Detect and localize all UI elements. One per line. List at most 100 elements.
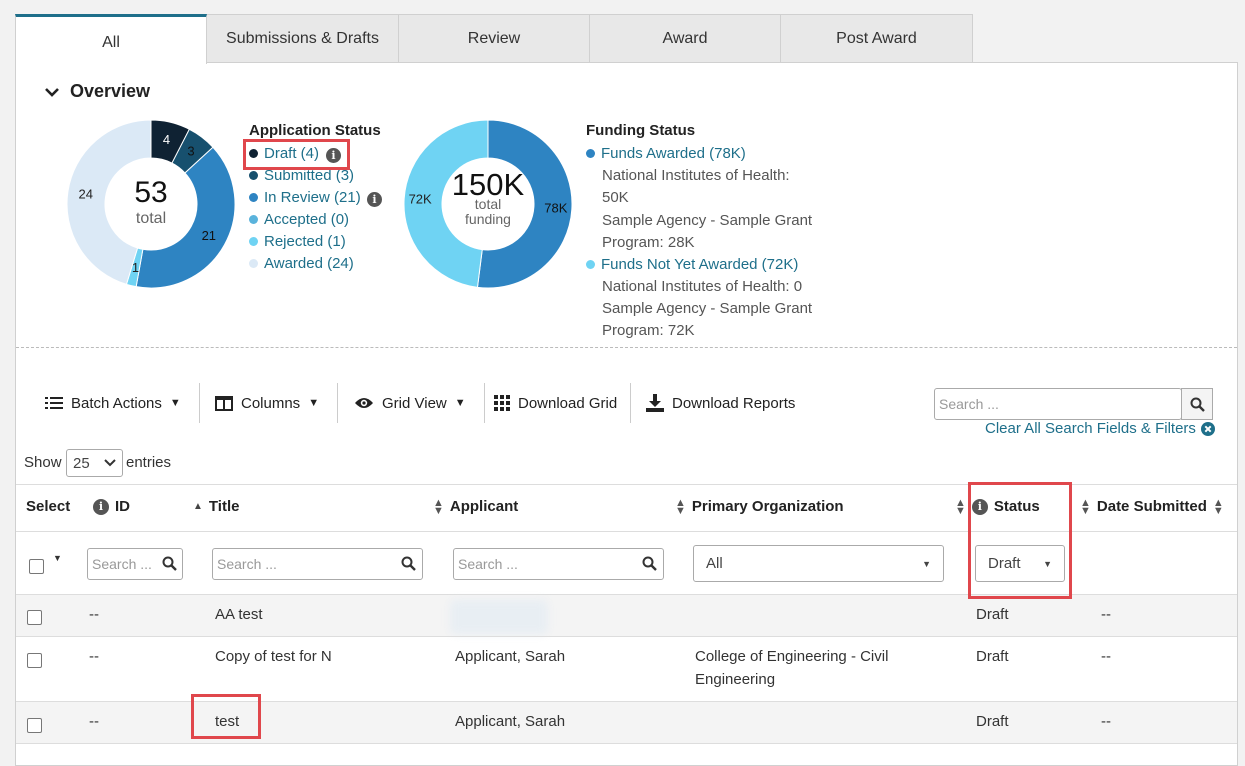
cell-status: Draft [976, 648, 1009, 665]
sort-asc-icon: ▲ [193, 501, 203, 512]
sort-icon: ▲ ▼ [433, 496, 444, 517]
cell-organization-line1: College of Engineering - Civil [695, 648, 889, 665]
close-circle-icon [1200, 421, 1215, 436]
fund-chart-slice-label: 78K [544, 200, 567, 215]
legend-funds-awarded[interactable]: Funds Awarded (78K) [586, 145, 746, 162]
header-label: Title [208, 498, 240, 515]
cell-title-link[interactable]: AA test [215, 606, 263, 623]
search-placeholder: Search ... [458, 556, 518, 572]
legend-dot [249, 259, 258, 268]
header-id[interactable]: i ID [93, 498, 130, 515]
show-label: Show [24, 454, 62, 471]
highlight-box [243, 139, 350, 170]
cell-title-link[interactable]: Copy of test for N [215, 648, 332, 665]
funding-status-title: Funding Status [586, 122, 696, 139]
tab-label: Review [467, 30, 521, 47]
header-label: Applicant [449, 498, 519, 515]
entries-label: entries [126, 454, 172, 471]
app-chart-slice-label: 4 [163, 132, 170, 147]
cell-date: -- [1101, 648, 1111, 665]
header-applicant[interactable]: ▲ ▼ Applicant [433, 496, 519, 517]
eye-icon [355, 398, 373, 408]
legend-dot [249, 171, 258, 180]
caret-down-icon: ▼ [922, 558, 931, 569]
download-icon [646, 394, 664, 412]
funding-detail: Program: 28K [602, 234, 695, 251]
entries-value: 25 [73, 454, 90, 472]
fund-chart-slice-label: 72K [409, 192, 432, 207]
row-checkbox[interactable] [27, 718, 42, 733]
app-chart-total: 53 [134, 176, 168, 209]
select-value: All [706, 555, 723, 572]
row-checkbox[interactable] [27, 653, 42, 668]
columns-button[interactable]: Columns ▼ [215, 388, 319, 418]
download-reports-label: Download Reports [672, 394, 796, 412]
title-search-input[interactable]: Search ... [212, 548, 423, 580]
search-icon [162, 556, 177, 571]
tab-label: All [102, 33, 120, 51]
applicant-search-input[interactable]: Search ... [453, 548, 664, 580]
batch-actions-button[interactable]: Batch Actions ▼ [45, 388, 181, 418]
chevron-down-icon [104, 459, 116, 467]
tab-label: Post Award [836, 30, 917, 47]
caret-down-icon: ▼ [454, 397, 466, 409]
tab-review[interactable]: Review [398, 14, 590, 63]
tab-post-award[interactable]: Post Award [780, 14, 973, 63]
download-reports-button[interactable]: Download Reports [646, 388, 795, 418]
legend-label: Awarded (24) [264, 255, 354, 272]
highlight-box [191, 694, 261, 739]
tab-award[interactable]: Award [589, 14, 781, 63]
header-primary-organization[interactable]: ▲ ▼ Primary Organization [675, 497, 844, 516]
cell-applicant-link[interactable]: Applicant, Sarah [455, 713, 565, 730]
info-icon[interactable]: i [93, 498, 109, 515]
search-icon [1190, 397, 1205, 412]
header-title[interactable]: ▲ Title [193, 498, 239, 515]
caret-down-icon[interactable]: ▼ [53, 553, 62, 563]
legend-accepted[interactable]: Accepted (0) [249, 211, 349, 228]
legend-dot [249, 215, 258, 224]
toolbar-separator [630, 383, 631, 423]
search-placeholder: Search ... [217, 556, 277, 572]
row-checkbox[interactable] [27, 610, 42, 625]
organization-filter-select[interactable]: All ▼ [693, 545, 944, 582]
app: All Submissions & Drafts Review Award Po… [0, 0, 1245, 766]
chevron-down-icon [45, 87, 59, 97]
header-label: Primary Organization [691, 498, 844, 515]
tab-all[interactable]: All [15, 14, 207, 64]
columns-label: Columns [241, 394, 301, 412]
funding-detail: National Institutes of Health: [602, 167, 790, 184]
search-icon [401, 556, 416, 571]
overview-toggle[interactable]: Overview [44, 81, 150, 102]
sort-icon: ▲ ▼ [1080, 496, 1091, 517]
entries-select[interactable]: 25 [66, 449, 123, 477]
grid-view-button[interactable]: Grid View ▼ [354, 388, 466, 418]
tab-submissions-drafts[interactable]: Submissions & Drafts [206, 14, 399, 63]
cell-applicant-link[interactable]: Applicant, Sarah [455, 648, 565, 665]
sort-icon: ▲ ▼ [955, 496, 966, 517]
search-button[interactable] [1181, 388, 1213, 420]
clear-filters-link[interactable]: Clear All Search Fields & Filters [985, 420, 1215, 437]
legend-dot [586, 149, 595, 158]
batch-actions-label: Batch Actions [71, 394, 162, 412]
select-all-checkbox[interactable] [29, 559, 44, 574]
toolbar-separator [484, 383, 485, 423]
info-icon[interactable]: i [367, 192, 382, 207]
blurred-applicant [450, 600, 548, 634]
section-divider [16, 347, 1237, 348]
cell-status: Draft [976, 713, 1009, 730]
toolbar-separator [337, 383, 338, 423]
download-grid-button[interactable]: Download Grid [494, 388, 617, 418]
legend-in-review[interactable]: In Review (21) [249, 189, 361, 206]
row-border [16, 743, 1237, 744]
global-search-input[interactable]: Search ... [934, 388, 1182, 420]
search-placeholder: Search ... [92, 556, 152, 572]
header-label: ID [115, 498, 130, 515]
legend-rejected[interactable]: Rejected (1) [249, 233, 346, 250]
legend-label: Funds Not Yet Awarded (72K) [601, 256, 799, 273]
table-row [16, 595, 1237, 636]
header-date-submitted[interactable]: ▲ ▼ Date Submitted ▲ ▼ [1080, 496, 1224, 517]
caret-down-icon: ▼ [308, 397, 320, 409]
legend-funds-not-awarded[interactable]: Funds Not Yet Awarded (72K) [586, 256, 798, 273]
legend-awarded[interactable]: Awarded (24) [249, 255, 354, 272]
grid-icon [494, 395, 510, 411]
